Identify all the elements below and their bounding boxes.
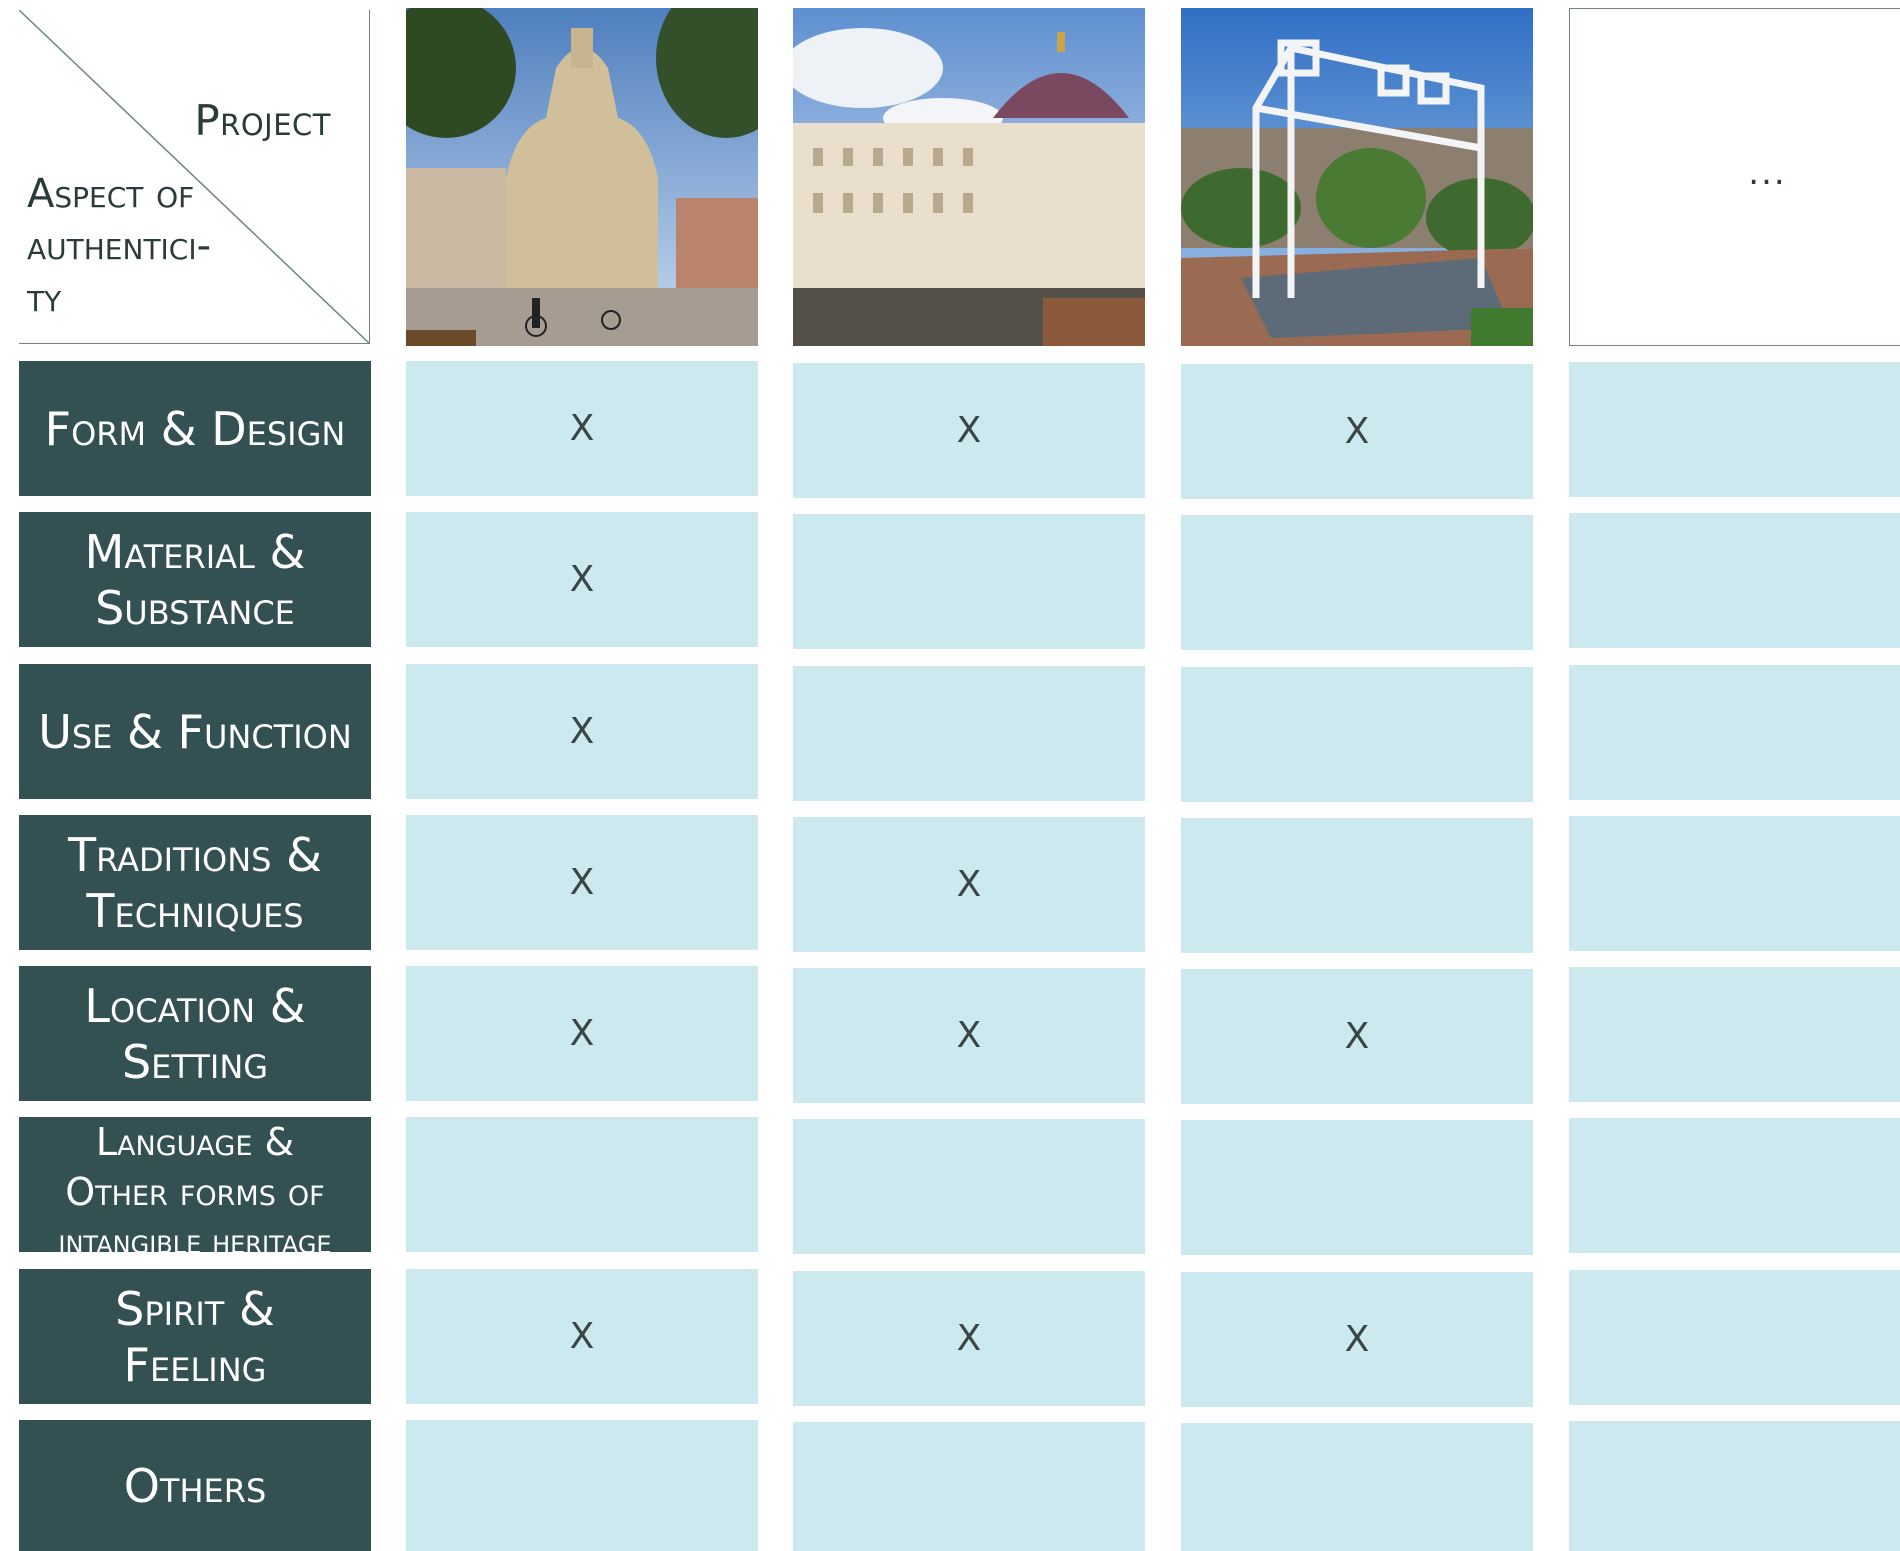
matrix-cell — [1181, 1120, 1533, 1255]
aspect-label-line: Feeling — [123, 1337, 267, 1392]
matrix-cell: X — [406, 512, 758, 647]
matrix-cell — [793, 1422, 1145, 1551]
matrix-cell — [1569, 816, 1900, 951]
matrix-cell — [1569, 967, 1900, 1102]
matrix-cell — [406, 1117, 758, 1252]
aspect-axis-label-line: ty — [27, 275, 62, 321]
matrix-cell: X — [406, 966, 758, 1101]
matrix-cell — [793, 1119, 1145, 1254]
berlin-palace-humboldt-forum-photo — [793, 8, 1145, 346]
matrix-cell: X — [793, 968, 1145, 1103]
aspect-axis-label-line: Aspect of — [27, 171, 195, 217]
matrix-cell — [1181, 667, 1533, 802]
matrix-cell — [1569, 1118, 1900, 1253]
aspect-label-line: Spirit & — [115, 1281, 275, 1336]
matrix-cell — [1569, 665, 1900, 800]
matrix-cell: X — [1181, 969, 1533, 1104]
aspect-label-line: Use & Function — [38, 704, 352, 759]
matrix-cell — [1569, 1421, 1900, 1551]
aspect-label-line: intangible heritage — [58, 1222, 332, 1252]
matrix-cell: X — [1181, 1272, 1533, 1407]
authenticity-matrix: Project Aspect of authentici- ty ... For… — [0, 0, 1900, 1551]
aspect-label-line: Other forms of — [65, 1170, 325, 1214]
matrix-cell — [793, 666, 1145, 801]
matrix-cell: X — [406, 361, 758, 496]
matrix-cell: X — [406, 815, 758, 950]
aspect-label-use-function: Use & Function — [19, 664, 371, 799]
matrix-cell — [1181, 818, 1533, 953]
aspect-label-line: Others — [123, 1458, 267, 1513]
aspect-label-location-setting: Location & Setting — [19, 966, 371, 1101]
aspect-label-language-intangible: Language & Other forms of intangible her… — [19, 1117, 371, 1252]
ellipsis-label: ... — [1748, 153, 1787, 193]
matrix-cell: X — [793, 1271, 1145, 1406]
project-axis-label: Project — [194, 96, 331, 145]
aspect-label-line: Techniques — [86, 883, 304, 938]
aspect-label-line: Material & — [84, 524, 306, 579]
matrix-cell — [793, 514, 1145, 649]
aspect-label-spirit-feeling: Spirit & Feeling — [19, 1269, 371, 1404]
matrix-cell: X — [1181, 364, 1533, 499]
aspect-label-line: Language & — [95, 1120, 295, 1164]
frauenkirche-dresden-photo — [406, 8, 758, 346]
matrix-cell — [1569, 513, 1900, 648]
matrix-cell — [1181, 515, 1533, 650]
matrix-cell — [406, 1420, 758, 1551]
aspect-label-line: Form & Design — [44, 401, 346, 456]
aspect-label-form-design: Form & Design — [19, 361, 371, 496]
aspect-label-line: Substance — [95, 580, 295, 635]
franklin-court-ghost-structure-photo — [1181, 8, 1533, 346]
more-projects-placeholder: ... — [1569, 8, 1900, 346]
matrix-cell: X — [793, 363, 1145, 498]
matrix-cell — [1569, 1270, 1900, 1405]
matrix-cell: X — [406, 664, 758, 799]
aspect-label-material-substance: Material & Substance — [19, 512, 371, 647]
aspect-label-line: Traditions & — [68, 827, 322, 882]
aspect-axis-label-line: authentici- — [27, 223, 212, 269]
corner-header-cell: Project Aspect of authentici- ty — [19, 10, 370, 344]
matrix-cell — [1181, 1423, 1533, 1551]
aspect-label-others: Others — [19, 1420, 371, 1551]
aspect-label-line: Location & — [84, 978, 306, 1033]
aspect-label-line: Setting — [121, 1034, 269, 1089]
aspect-label-traditions-techniques: Traditions & Techniques — [19, 815, 371, 950]
matrix-cell: X — [406, 1269, 758, 1404]
aspect-axis-label: Aspect of authentici- ty — [27, 168, 237, 324]
matrix-cell — [1569, 362, 1900, 497]
matrix-cell: X — [793, 817, 1145, 952]
